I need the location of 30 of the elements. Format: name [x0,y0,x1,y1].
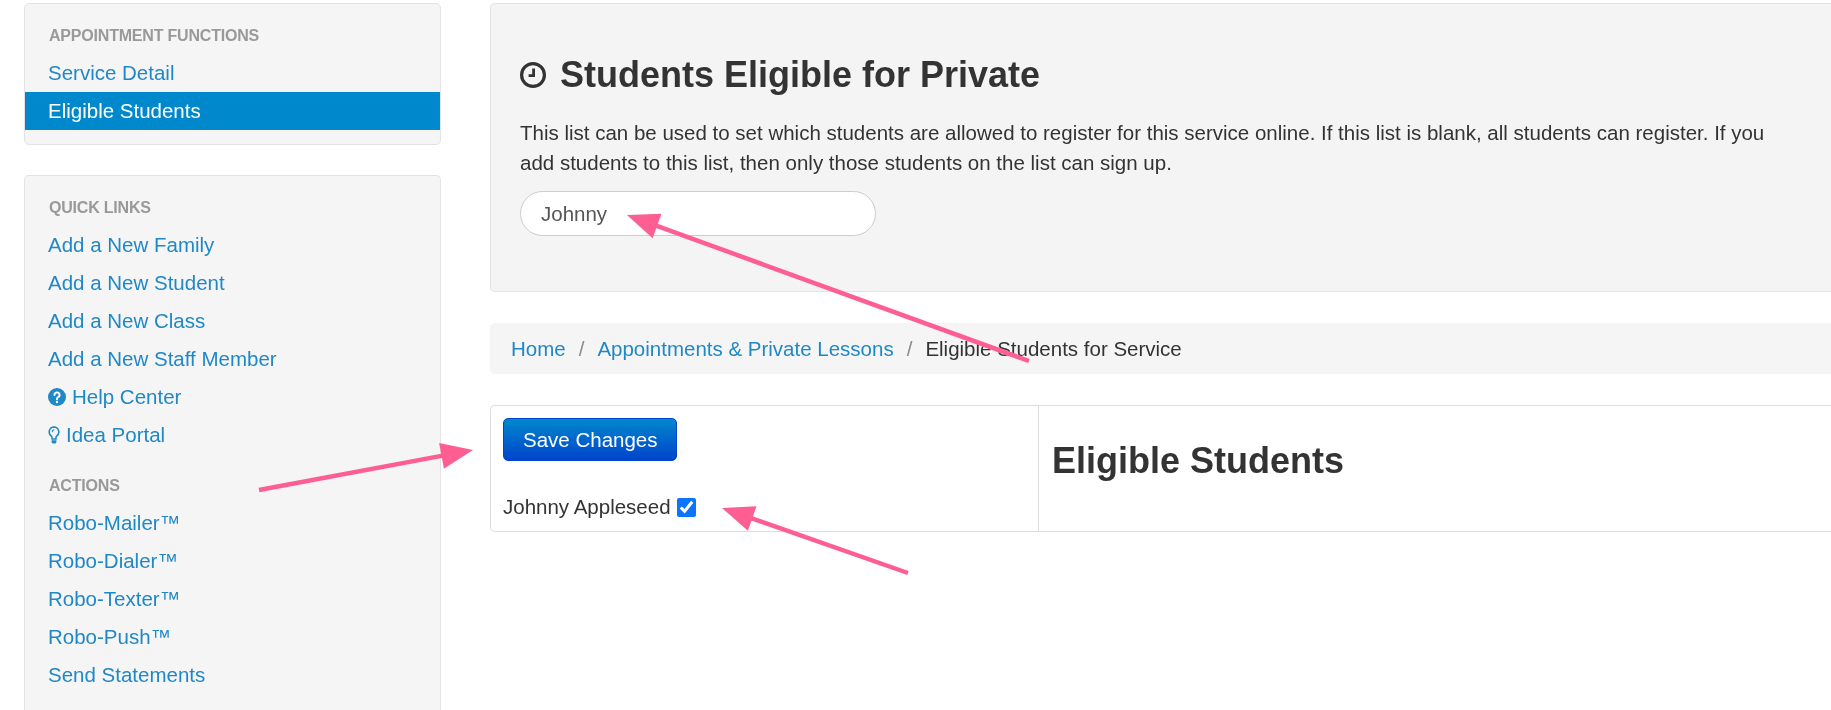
sidebar-link[interactable]: Eligible Students [25,92,440,130]
sidebar-link[interactable]: Add a New Family [25,226,440,264]
sidebar-link[interactable]: Robo-Push™ [25,618,440,656]
sidebar-link[interactable]: Add a New Student [25,264,440,302]
help-icon [48,388,66,406]
sidebar-heading: ACTIONS [48,476,121,496]
description-text: This list can be used to set which students are allowed to register for this service online. If this list is blank, all students can register. If you add students to this list, then only those students on the list can sign up. [520,120,1766,176]
sidebar-link[interactable]: Add a New Staff Member [25,340,440,378]
breadcrumb-separator: / [578,336,585,361]
breadcrumb-link[interactable]: Home [511,336,566,361]
clock-icon [520,62,546,88]
sidebar-link[interactable]: Add a New Class [25,302,440,340]
sidebar-heading: QUICK LINKS [48,198,152,218]
lightbulb-icon [48,425,60,445]
search-field[interactable]: Johnny [520,191,876,236]
save-button[interactable]: Save Changes [503,418,678,461]
breadcrumb-link[interactable]: Appointments & Private Lessons [597,336,894,361]
student-name: Johnny Appleseed [503,494,671,520]
sidebar-link[interactable]: Send Statements [25,656,440,694]
sidebar-link[interactable]: Idea Portal [25,416,440,454]
sidebar-heading: APPOINTMENT FUNCTIONS [48,26,261,46]
sidebar-link[interactable]: Help Center [25,378,440,416]
breadcrumb-separator: / [906,336,913,361]
sidebar-link[interactable]: Service Detail [25,54,440,92]
checkbox[interactable] [676,497,696,517]
section-heading: Eligible Students [1052,441,1345,481]
page-title: Students Eligible for Private [560,55,1041,95]
sidebar-link[interactable]: Robo-Mailer™ [25,504,440,542]
sidebar-link[interactable]: Robo-Dialer™ [25,542,440,580]
sidebar-link[interactable]: Robo-Texter™ [25,580,440,618]
